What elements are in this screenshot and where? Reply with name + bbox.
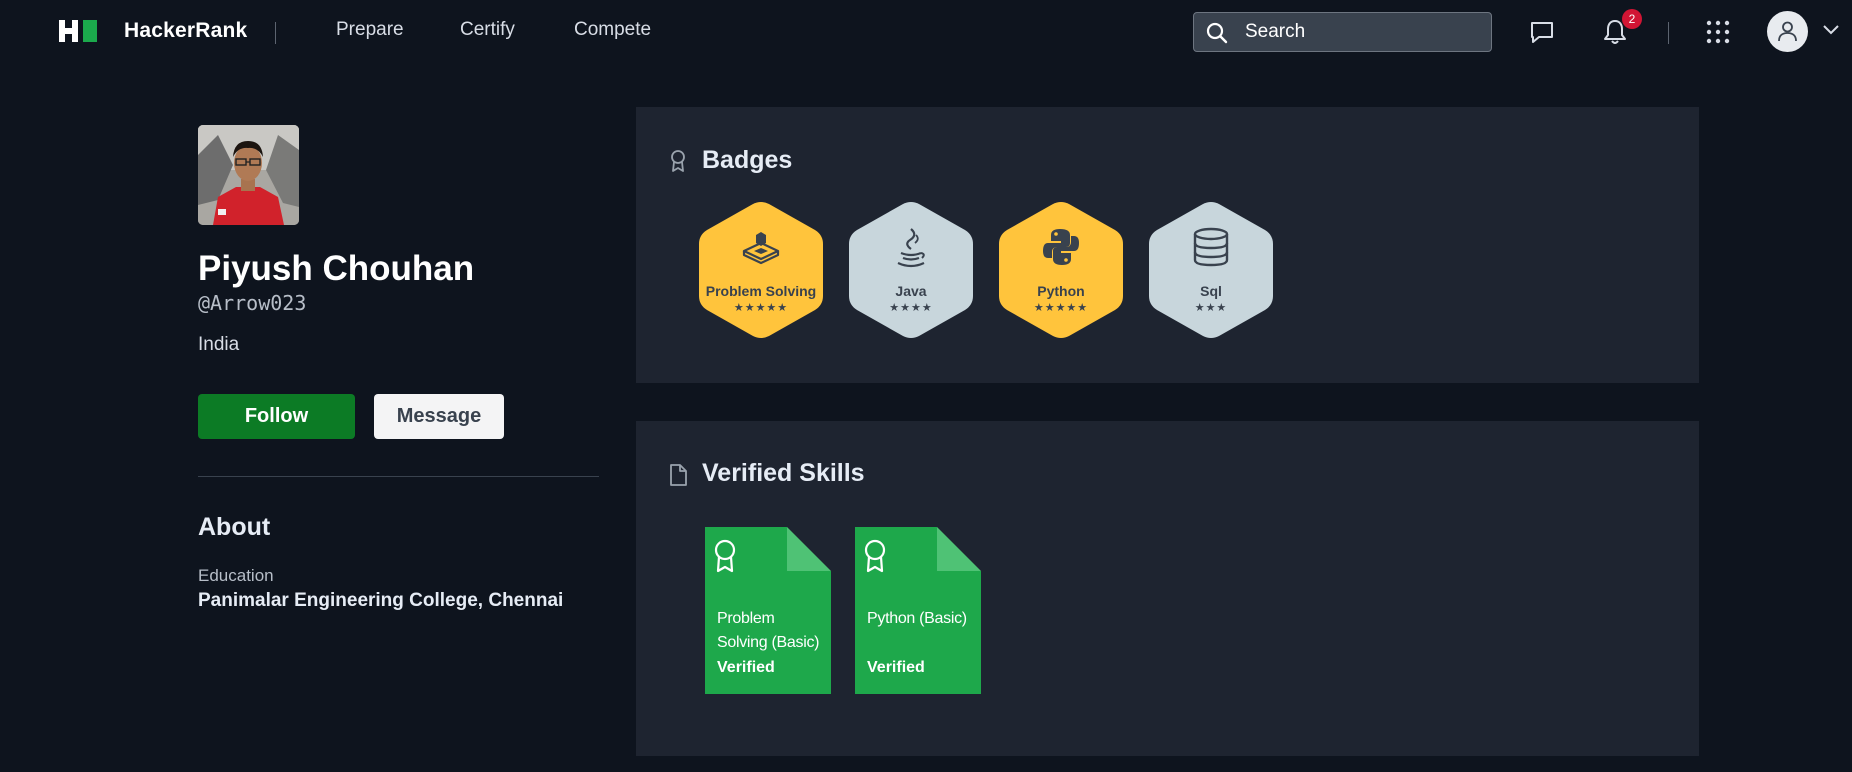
user-icon [1778,21,1797,42]
badge-problem-solving[interactable]: Problem Solving ★★★★★ [698,201,824,339]
certificate-corner-fold [937,527,981,571]
badge-stars: ★★★★ [889,302,933,314]
badges-title: Badges [702,146,793,174]
badge-stars: ★★★★★ [1033,302,1089,314]
nav-divider [275,22,276,44]
badge-name: Problem Solving [705,283,817,299]
certificate-ribbon-icon [864,539,886,573]
skill-name: Problem Solving (Basic) [717,610,820,651]
search-input[interactable]: Search [1193,12,1492,52]
skill-certificate-problem-solving[interactable]: Problem Solving (Basic) Verified [705,527,831,694]
badge-ribbon-icon [671,150,685,172]
top-navbar: HackerRank Prepare Certify Compete Searc… [0,0,1852,64]
profile-name: Piyush Chouhan [198,249,475,288]
skill-status: Verified [717,659,775,676]
education-value: Panimalar Engineering College, Chennai [198,590,564,611]
problem-solving-icon [698,227,824,272]
verified-skills-card: Verified Skills Problem Solving (Basic) … [636,421,1699,756]
nav-link-compete[interactable]: Compete [574,19,651,41]
nav-link-prepare[interactable]: Prepare [336,19,404,41]
badge-stars: ★★★★★ [733,302,789,314]
certificate-ribbon-icon [714,539,736,573]
nav-divider [1668,22,1669,44]
profile-country: India [198,334,240,355]
message-button[interactable]: Message [374,394,504,439]
hackerrank-logo-icon[interactable] [59,20,99,42]
profile-username: @Arrow023 [198,291,307,315]
badge-stars: ★★★ [1194,302,1228,314]
section-divider [198,476,599,477]
java-icon [848,227,974,274]
chat-icon[interactable] [1527,17,1557,47]
database-icon [1148,227,1274,272]
python-icon [998,227,1124,272]
skill-name: Python (Basic) [867,610,967,627]
search-icon [1206,22,1228,44]
badge-python[interactable]: Python ★★★★★ [998,201,1124,339]
badge-sql[interactable]: Sql ★★★ [1148,201,1274,339]
about-heading: About [198,513,271,541]
document-icon [670,464,687,486]
education-label: Education [198,566,274,585]
badge-java[interactable]: Java ★★★★ [848,201,974,339]
user-avatar-button[interactable] [1767,11,1808,52]
notification-count-badge: 2 [1622,9,1642,29]
brand-name[interactable]: HackerRank [124,19,247,43]
verified-skills-title: Verified Skills [702,459,865,487]
skill-certificate-python[interactable]: Python (Basic) Verified [855,527,981,694]
chevron-down-icon[interactable] [1822,24,1840,36]
certificate-corner-fold [787,527,831,571]
follow-button[interactable]: Follow [198,394,355,439]
apps-grid-icon[interactable] [1703,17,1733,47]
badge-name: Python [1037,283,1085,299]
skill-status: Verified [867,659,925,676]
badges-card: Badges Problem Solving ★★★★★ Java ★★★★ P… [636,107,1699,383]
badge-name: Sql [1200,283,1222,299]
nav-link-certify[interactable]: Certify [460,19,515,41]
search-placeholder: Search [1245,21,1306,42]
badge-name: Java [895,283,927,299]
profile-photo [198,125,299,225]
